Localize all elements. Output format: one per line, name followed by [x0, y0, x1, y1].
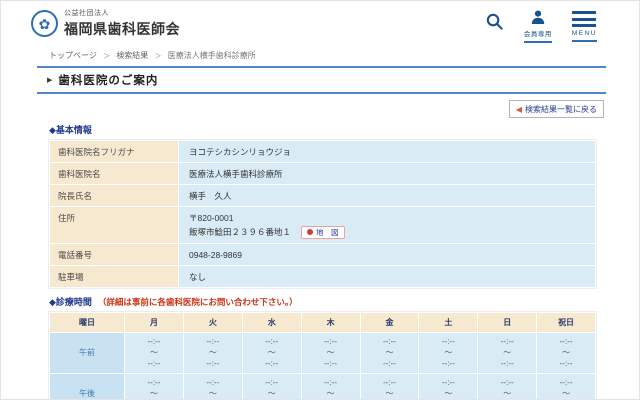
menu-label: MENU [571, 30, 597, 37]
back-row: ◀ 検索結果一覧に戻る [37, 94, 606, 121]
association-logo-icon: ✿ [31, 10, 58, 37]
site-header: ✿ 公益社団法人 福岡県歯科医師会 会員専用 MENU [1, 1, 639, 45]
chevron-separator-icon: ＞ [103, 53, 111, 60]
schedule-row-afternoon: 午後 --:--～--:-- --:--～--:-- --:--～--:-- -… [49, 372, 596, 399]
address-value: 〒820-0001 飯塚市鯰田２３９６番地１ 地 図 [178, 206, 596, 244]
member-area-label: 会員専用 [523, 31, 552, 38]
back-to-results-button[interactable]: ◀ 検索結果一覧に戻る [508, 100, 604, 118]
main-content: トップページ ＞ 検索結果 ＞ 医療法人横手歯科診療所 ▶ 歯科医院のご案内 ◀… [1, 45, 639, 399]
flower-icon: ✿ [38, 15, 51, 32]
member-area-button[interactable]: 会員専用 [523, 9, 552, 43]
person-icon [531, 10, 545, 24]
chevron-separator-icon: ＞ [154, 53, 162, 60]
brand-text: 公益社団法人 福岡県歯科医師会 [64, 8, 180, 39]
row-label: 電話番号 [49, 243, 179, 266]
table-row: 駐車場 なし [49, 265, 596, 288]
breadcrumb-search-results-link[interactable]: 検索結果 [116, 51, 148, 60]
column-header: 日 [477, 312, 538, 333]
column-header: 曜日 [49, 312, 125, 333]
map-button-label: 地 図 [316, 227, 339, 237]
schedule-cell: --:--～--:-- [477, 372, 538, 399]
search-icon [486, 13, 503, 30]
title-arrow-icon: ▶ [47, 77, 53, 84]
schedule-cell: --:--～--:-- [182, 372, 243, 399]
table-row: 歯科医院名フリガナ ヨコテシカシンリョウジョ [49, 140, 596, 163]
schedule-cell: --:--～--:-- [359, 332, 420, 374]
schedule-cell: --:--～--:-- [241, 372, 302, 399]
row-header: 午後 [49, 372, 125, 399]
page-title-bar: ▶ 歯科医院のご案内 [37, 66, 606, 94]
column-header: 火 [182, 312, 243, 333]
schedule-cell: --:--～--:-- [536, 332, 596, 374]
back-button-label: 検索結果一覧に戻る [525, 104, 597, 114]
row-label: 歯科医院名 [49, 162, 179, 185]
street-address: 飯塚市鯰田２３９６番地１ [189, 227, 292, 237]
row-label: 住所 [49, 206, 179, 244]
column-header: 金 [359, 312, 420, 333]
top-navigation: 会員専用 MENU [485, 9, 597, 43]
schedule-cell: --:--～--:-- [124, 372, 184, 399]
hours-section-label: ◆診療時間 [49, 297, 92, 307]
org-name-label: 福岡県歯科医師会 [64, 21, 180, 37]
schedule-table: 曜日 月 火 水 木 金 土 日 祝日 午前 --:-- ～ --:-- --:--… [48, 310, 597, 399]
row-label: 駐車場 [49, 265, 179, 288]
row-header: 午前 [49, 332, 125, 374]
schedule-cell: --:--～--:-- [300, 372, 361, 399]
schedule-cell: --:--～--:-- [241, 332, 302, 374]
postal-code: 〒820-0001 [189, 212, 234, 223]
page: ✿ 公益社団法人 福岡県歯科医師会 会員専用 MENU トップページ ＞ 検索結… [0, 0, 640, 400]
schedule-header-row: 曜日 月 火 水 木 金 土 日 祝日 [49, 312, 596, 333]
schedule-cell: --:--～--:-- [124, 332, 184, 374]
map-button[interactable]: 地 図 [301, 225, 345, 239]
schedule-cell: --:--～--:-- [359, 372, 420, 399]
column-header: 水 [241, 312, 302, 333]
hamburger-menu-icon [572, 9, 597, 27]
breadcrumb: トップページ ＞ 検索結果 ＞ 医療法人横手歯科診療所 [37, 45, 606, 66]
table-row-address: 住所 〒820-0001 飯塚市鯰田２３９６番地１ 地 図 [49, 206, 596, 244]
schedule-cell: --:--～--:-- [536, 372, 596, 399]
column-header: 土 [418, 312, 479, 333]
row-value: なし [178, 265, 596, 288]
table-row: 院長氏名 横手 久人 [49, 184, 596, 207]
column-header: 祝日 [536, 312, 596, 333]
page-title: 歯科医院のご案内 [58, 75, 159, 87]
schedule-cell: --:--～--:-- [300, 332, 361, 374]
back-arrow-icon: ◀ [515, 104, 522, 114]
row-label: 院長氏名 [49, 184, 179, 207]
breadcrumb-current-page: 医療法人横手歯科診療所 [167, 51, 256, 60]
row-label: 歯科医院名フリガナ [49, 140, 179, 163]
hours-section-note: （詳細は事前に各歯科医院にお問い合わせ下さい。） [97, 297, 298, 307]
row-value: ヨコテシカシンリョウジョ [178, 140, 596, 163]
schedule-cell: --:--～--:-- [418, 372, 479, 399]
row-value: 横手 久人 [178, 184, 596, 207]
table-row: 電話番号 0948-28-9869 [49, 243, 596, 266]
table-row: 歯科医院名 医療法人横手歯科診療所 [49, 162, 596, 185]
search-button[interactable] [485, 9, 504, 31]
schedule-cell: --:--～--:-- [418, 332, 479, 374]
basic-info-section-title: ◆基本情報 [49, 125, 92, 135]
schedule-cell: --:--～--:-- [477, 332, 538, 374]
schedule-row-morning: 午前 --:-- ～ --:-- --:-- ～ --:-- --:-- ～ --:-- -… [49, 332, 596, 374]
org-type-label: 公益社団法人 [64, 10, 109, 17]
row-value: 医療法人横手歯科診療所 [178, 162, 596, 185]
menu-button[interactable]: MENU [571, 9, 597, 42]
hours-section-title: ◆診療時間 （詳細は事前に各歯科医院にお問い合わせ下さい。） [49, 295, 606, 308]
breadcrumb-home-link[interactable]: トップページ [49, 51, 97, 60]
column-header: 月 [124, 312, 184, 333]
schedule-cell: --:--～--:-- [182, 332, 243, 374]
map-marker-icon [307, 229, 314, 235]
row-value: 0948-28-9869 [178, 243, 596, 266]
site-logo[interactable]: ✿ 公益社団法人 福岡県歯科医師会 [31, 8, 180, 39]
basic-info-table: 歯科医院名フリガナ ヨコテシカシンリョウジョ 歯科医院名 医療法人横手歯科診療所… [48, 139, 597, 289]
column-header: 木 [300, 312, 361, 333]
